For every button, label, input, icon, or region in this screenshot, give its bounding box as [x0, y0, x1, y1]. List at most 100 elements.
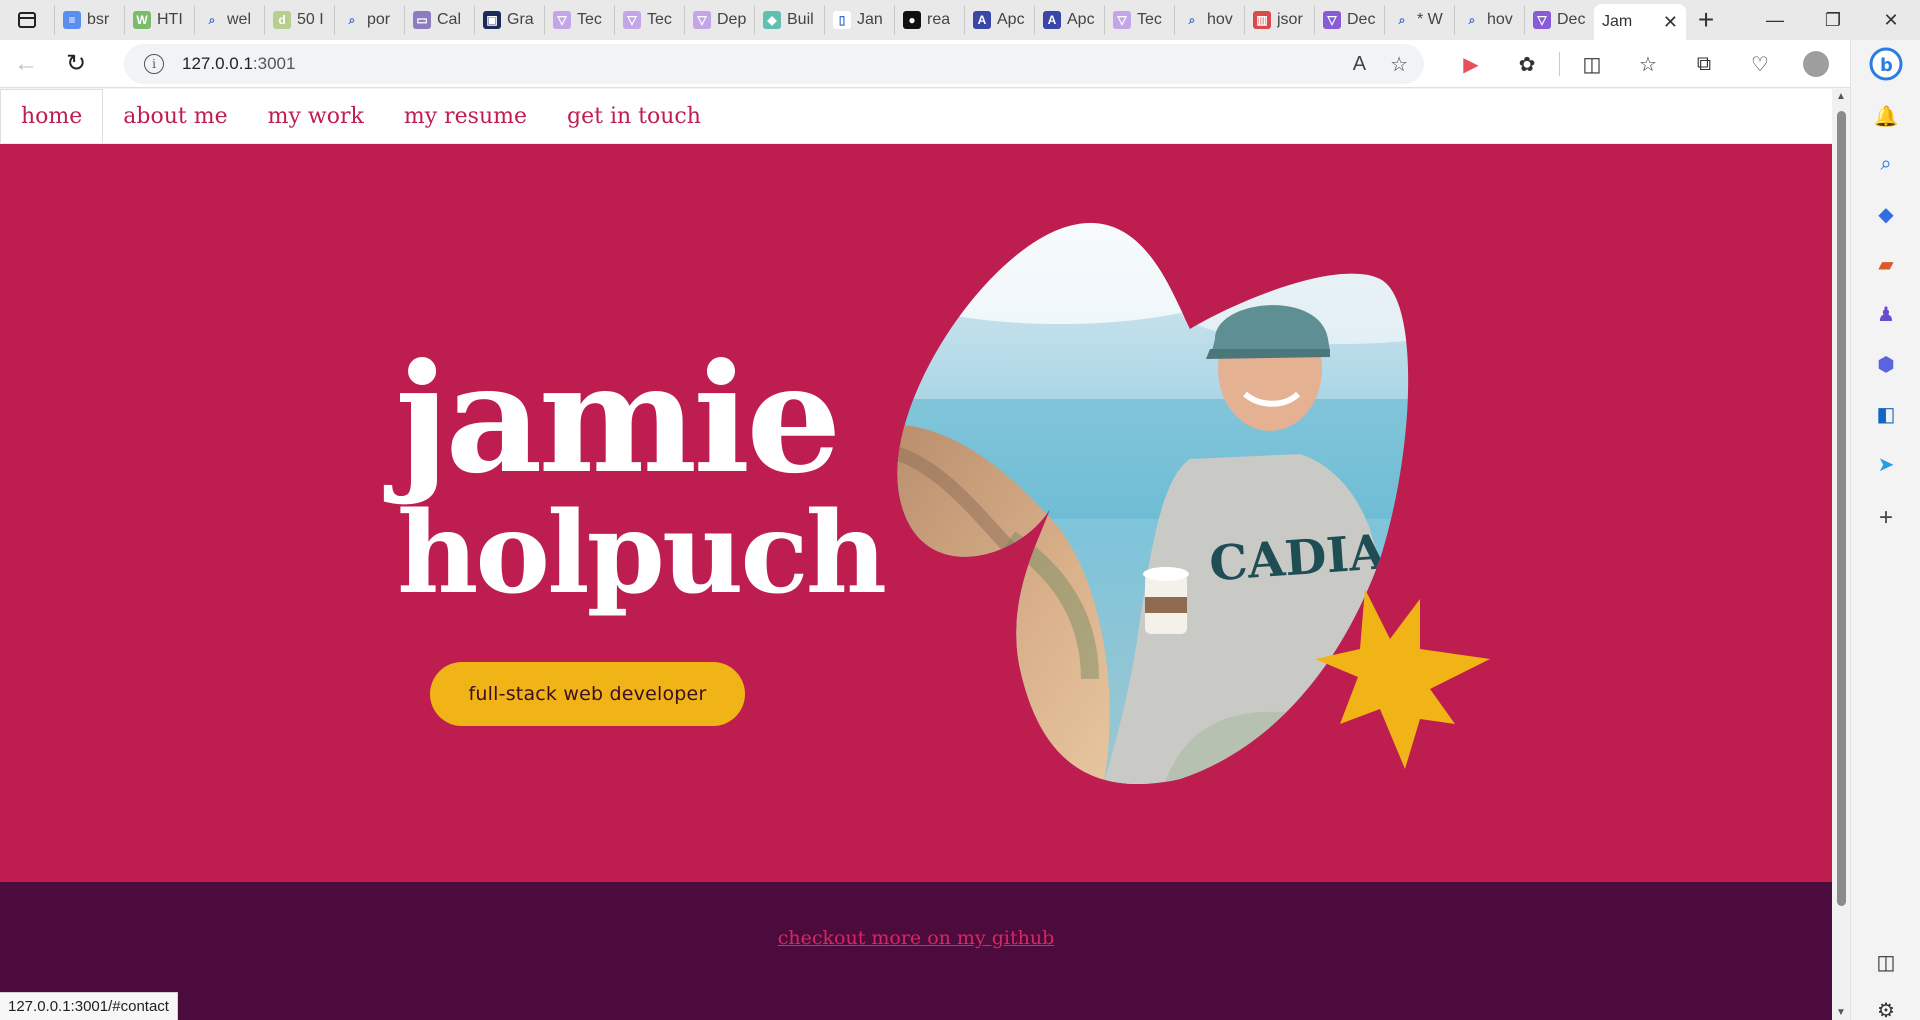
tab-actions-button[interactable] — [0, 0, 54, 40]
browser-tab[interactable]: ◆ Buil — [754, 5, 824, 35]
scroll-up-icon[interactable]: ▲ — [1836, 91, 1846, 102]
browser-tab[interactable]: ⌕ wel — [194, 5, 264, 35]
browser-tab[interactable]: ▽ Dep — [684, 5, 754, 35]
url-port: :3001 — [252, 54, 296, 73]
address-bar-actions: A ☆ — [1353, 44, 1408, 84]
tab-label: HTI — [157, 11, 183, 28]
tab-favicon-icon: ⌕ — [343, 11, 361, 29]
tab-label: Tec — [1137, 11, 1162, 28]
tab-favicon-icon: ◆ — [763, 11, 781, 29]
tab-favicon-icon: ▽ — [1323, 11, 1341, 29]
nav-link-home[interactable]: home — [0, 89, 104, 143]
tab-label: Jan — [857, 11, 883, 28]
page-scrollbar[interactable]: ▲ ▼ — [1832, 89, 1850, 1020]
browser-tab[interactable]: ▯ Jan — [824, 5, 894, 35]
nav-link-my-resume[interactable]: my resume — [384, 89, 547, 143]
tab-label: Dep — [717, 11, 746, 28]
add-icon[interactable]: + — [1851, 498, 1920, 538]
settings-icon[interactable]: ⚙ — [1851, 990, 1920, 1020]
nav-link-my-work[interactable]: my work — [248, 89, 384, 143]
tab-list: ≡ bsr W HTI ⌕ wel d 50 I ⌕ por ▭ Cal ▣ Gra ▽ Tec ▽ Tec ▽ De… — [54, 0, 1594, 40]
first-name: jamie — [395, 331, 842, 507]
search-icon[interactable]: ⌕ — [1851, 144, 1920, 184]
browser-tab[interactable]: A Apc — [964, 5, 1034, 35]
tab-label: wel — [227, 11, 252, 28]
games-icon[interactable]: ♟ — [1851, 294, 1920, 334]
bell-icon[interactable]: 🔔 — [1851, 96, 1920, 136]
toolbar-right: ▶ ✿ ◫ ☆ ⧉ ♡ ⋯ — [1443, 40, 1900, 88]
browser-tab[interactable]: ▣ Gra — [474, 5, 544, 35]
browser-tab[interactable]: ⌕ * W — [1384, 5, 1454, 35]
office-icon[interactable]: ⬢ — [1851, 344, 1920, 384]
back-button[interactable]: ← — [0, 40, 52, 88]
browser-tab[interactable]: ▽ Tec — [614, 5, 684, 35]
browser-tab[interactable]: ▽ Dec — [1524, 5, 1594, 35]
browser-tab[interactable]: d 50 I — [264, 5, 334, 35]
outlook-icon[interactable]: ◧ — [1851, 394, 1920, 434]
browser-tab[interactable]: ▥ jsor — [1244, 5, 1314, 35]
media-icon[interactable]: ▶ — [1443, 40, 1499, 88]
tab-favicon-icon: ▥ — [1253, 11, 1271, 29]
page-viewport: home about me my work my resume get in touch… — [0, 89, 1832, 1020]
browser-tab[interactable]: ⌕ por — [334, 5, 404, 35]
split-screen-icon[interactable]: ◫ — [1564, 40, 1620, 88]
svg-text:b: b — [1880, 55, 1893, 76]
new-tab-button[interactable]: + — [1686, 0, 1726, 40]
nav-link-get-in-touch[interactable]: get in touch — [547, 89, 721, 143]
tab-label: hov — [1487, 11, 1513, 28]
tab-label: Gra — [507, 11, 534, 28]
browser-tab[interactable]: W HTI — [124, 5, 194, 35]
profile-avatar[interactable] — [1788, 40, 1844, 88]
tab-favicon-icon: W — [133, 11, 151, 29]
tab-label: Tec — [577, 11, 602, 28]
browser-tab[interactable]: ≡ bsr — [54, 5, 124, 35]
address-bar[interactable]: i 127.0.0.1:3001 A ☆ — [124, 44, 1424, 84]
tab-favicon-icon: ▽ — [693, 11, 711, 29]
site-info-icon[interactable]: i — [144, 54, 164, 74]
favorites-icon[interactable]: ☆ — [1620, 40, 1676, 88]
tab-favicon-icon: ▽ — [1113, 11, 1131, 29]
tab-label: 50 I — [297, 11, 324, 28]
read-aloud-icon[interactable]: A — [1353, 53, 1366, 76]
browser-essentials-icon[interactable]: ♡ — [1732, 40, 1788, 88]
tab-favicon-icon: ▽ — [623, 11, 641, 29]
hero-name: jamie holpuch — [395, 331, 887, 610]
minimize-button[interactable]: — — [1746, 0, 1804, 40]
tab-favicon-icon: ▣ — [483, 11, 501, 29]
collections-icon[interactable]: ⧉ — [1676, 40, 1732, 88]
profile-photo: CADIA — [897, 222, 1490, 785]
browser-tab[interactable]: ▽ Tec — [544, 5, 614, 35]
browser-tab[interactable]: ⌕ hov — [1454, 5, 1524, 35]
bing-icon[interactable]: b — [1851, 44, 1920, 84]
window-controls: — ❐ ✕ — [1746, 0, 1920, 40]
tab-label: Buil — [787, 11, 814, 28]
browser-tab[interactable]: A Apc — [1034, 5, 1104, 35]
favorite-star-icon[interactable]: ☆ — [1390, 52, 1408, 77]
browser-toolbar: ← ↻ i 127.0.0.1:3001 A ☆ ▶ ✿ ◫ ☆ ⧉ ♡ ⋯ — [0, 40, 1920, 88]
send-icon[interactable]: ➤ — [1851, 444, 1920, 484]
briefcase-icon[interactable]: ▰ — [1851, 244, 1920, 284]
nav-link-about-me[interactable]: about me — [103, 89, 247, 143]
browser-tab[interactable]: ⌕ hov — [1174, 5, 1244, 35]
browser-tab[interactable]: ▭ Cal — [404, 5, 474, 35]
extensions-icon[interactable]: ✿ — [1499, 40, 1555, 88]
tab-active[interactable]: Jam ✕ — [1594, 4, 1686, 40]
tab-favicon-icon: ▯ — [833, 11, 851, 29]
restore-button[interactable]: ❐ — [1804, 0, 1862, 40]
browser-tab[interactable]: ● rea — [894, 5, 964, 35]
tab-label: Dec — [1557, 11, 1586, 28]
sidebar-toggle-icon[interactable]: ◫ — [1851, 942, 1920, 982]
tab-label: rea — [927, 11, 951, 28]
tab-favicon-icon: A — [973, 11, 991, 29]
browser-tab[interactable]: ▽ Dec — [1314, 5, 1384, 35]
reload-button[interactable]: ↻ — [50, 40, 102, 88]
scrollbar-thumb[interactable] — [1837, 111, 1846, 906]
tab-favicon-icon: ▽ — [1533, 11, 1551, 29]
github-link[interactable]: checkout more on my github — [0, 927, 1832, 949]
scroll-down-icon[interactable]: ▼ — [1836, 1007, 1846, 1018]
close-icon[interactable]: ✕ — [1663, 12, 1678, 33]
tag-icon[interactable]: ◆ — [1851, 194, 1920, 234]
browser-tab[interactable]: ▽ Tec — [1104, 5, 1174, 35]
close-window-button[interactable]: ✕ — [1862, 0, 1920, 40]
toolbar-divider — [1559, 52, 1560, 76]
